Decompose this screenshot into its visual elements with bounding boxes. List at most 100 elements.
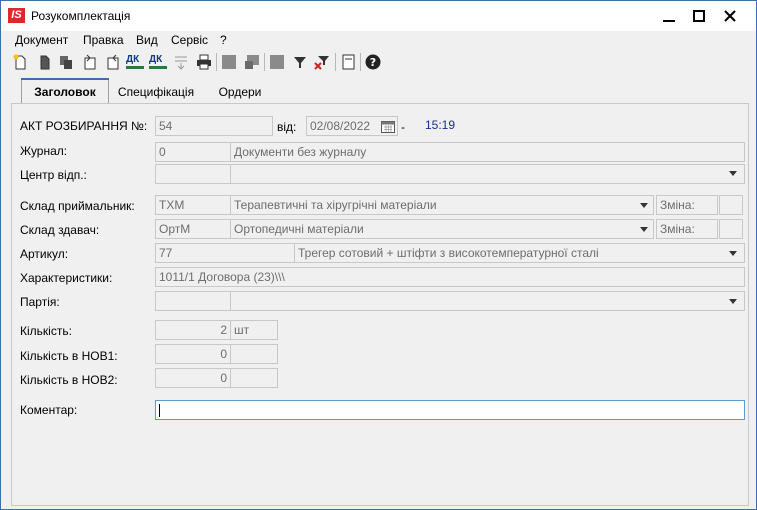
- text-caret: [159, 404, 160, 417]
- main-window: IS Розукомплектація Документ Правка Вид …: [0, 0, 757, 510]
- quantity-label: Кількість:: [20, 324, 72, 338]
- date-value: 02/08/2022: [310, 119, 371, 133]
- debit-credit-alt-button[interactable]: ДК: [148, 53, 168, 71]
- receiver-code-field[interactable]: ТХМ: [155, 195, 231, 215]
- sender-label: Склад здавач:: [20, 223, 100, 237]
- clear-filter-button[interactable]: [313, 53, 331, 71]
- center-label: Центр відп.:: [20, 168, 87, 182]
- tab-orders[interactable]: Ордери: [207, 81, 273, 103]
- chevron-down-icon[interactable]: [729, 251, 737, 256]
- clear-filter-icon: [314, 56, 329, 70]
- date-field[interactable]: 02/08/2022: [306, 116, 398, 136]
- journal-label: Журнал:: [20, 144, 68, 158]
- help-icon: ?: [365, 54, 381, 70]
- svg-text:?: ?: [370, 56, 376, 69]
- article-name-dropdown[interactable]: Трегер сотовий + штіфти з високотемперат…: [294, 243, 745, 263]
- maximize-button[interactable]: [684, 1, 714, 31]
- time-value: 15:19: [425, 118, 456, 132]
- sender-shift-label: Зміна:: [656, 219, 718, 239]
- receiver-shift-field[interactable]: [719, 195, 743, 215]
- act-number-label: АКТ РОЗБИРАННЯ №:: [20, 119, 148, 133]
- notes-icon: [342, 54, 355, 70]
- menu-service[interactable]: Сервіс: [171, 33, 208, 47]
- journal-code-field[interactable]: 0: [155, 142, 231, 162]
- receiver-name-dropdown[interactable]: Терапевтичні та хіругрічні матеріали: [230, 195, 654, 215]
- minimize-icon: [663, 20, 675, 22]
- center-code-field[interactable]: [155, 164, 231, 184]
- new-doc-button[interactable]: [11, 53, 29, 71]
- copy-doc-icon: [40, 55, 50, 70]
- sender-code-field[interactable]: ОртМ: [155, 219, 231, 239]
- debit-credit-label: ДК: [126, 54, 140, 65]
- tab-bar: Заголовок Специфікація Ордери: [11, 78, 749, 104]
- filter-button[interactable]: [291, 53, 309, 71]
- close-button[interactable]: [715, 1, 745, 31]
- chevron-down-icon[interactable]: [729, 299, 737, 304]
- chevron-down-icon[interactable]: [729, 171, 737, 176]
- notes-button[interactable]: [339, 53, 357, 71]
- export-button[interactable]: [104, 53, 122, 71]
- characteristics-field[interactable]: 1011/1 Договора (23)\\\: [155, 267, 745, 287]
- comment-input[interactable]: [155, 400, 745, 420]
- debit-credit-alt-label: ДК: [149, 54, 163, 65]
- batch-name-dropdown[interactable]: [230, 291, 745, 311]
- characteristics-label: Характеристики:: [20, 271, 113, 285]
- help-button[interactable]: ?: [364, 53, 382, 71]
- tab-header[interactable]: Заголовок: [21, 78, 109, 104]
- quantity-nov2-label: Кількість в НОВ2:: [20, 373, 118, 387]
- post-button[interactable]: [172, 53, 190, 71]
- calendar-icon[interactable]: [381, 119, 395, 133]
- block-icon: [270, 55, 284, 69]
- app-logo: IS: [8, 8, 25, 23]
- tab-specification[interactable]: Специфікація: [111, 81, 201, 103]
- grid-alt-icon: [245, 55, 259, 69]
- menu-help[interactable]: ?: [220, 33, 227, 47]
- article-label: Артикул:: [20, 247, 69, 261]
- menu-view[interactable]: Вид: [136, 33, 158, 47]
- quantity-field[interactable]: 2: [155, 320, 231, 340]
- menu-document[interactable]: Документ: [15, 33, 68, 47]
- toolbar-separator: [360, 53, 361, 71]
- chevron-down-icon[interactable]: [640, 227, 648, 232]
- grid-button[interactable]: [220, 53, 238, 71]
- toolbar-separator: [264, 53, 265, 71]
- menu-bar: Документ Правка Вид Сервіс ?: [1, 31, 756, 49]
- close-icon: [724, 10, 736, 22]
- grid-icon: [222, 55, 236, 69]
- import-icon: [84, 54, 96, 70]
- minimize-button[interactable]: [654, 1, 684, 31]
- quantity-nov1-label: Кількість в НОВ1:: [20, 349, 118, 363]
- journal-name-field[interactable]: Документи без журналу: [230, 142, 745, 162]
- print-icon: [197, 54, 211, 70]
- import-button[interactable]: [81, 53, 99, 71]
- act-number-field[interactable]: 54: [155, 116, 273, 136]
- toolbar-separator: [216, 53, 217, 71]
- chevron-down-icon[interactable]: [640, 203, 648, 208]
- copy-doc-button[interactable]: [35, 53, 53, 71]
- menu-edit[interactable]: Правка: [83, 33, 124, 47]
- new-doc-icon: [13, 54, 26, 70]
- maximize-icon: [693, 10, 705, 22]
- quantity-unit-field[interactable]: шт: [230, 320, 278, 340]
- sender-shift-field[interactable]: [719, 219, 743, 239]
- grid-alt-button[interactable]: [243, 53, 261, 71]
- comment-label: Коментар:: [20, 403, 78, 417]
- print-button[interactable]: [195, 53, 213, 71]
- quantity-nov2-field[interactable]: 0: [155, 368, 231, 388]
- toolbar-separator: [335, 53, 336, 71]
- block-button[interactable]: [268, 53, 286, 71]
- debit-credit-button[interactable]: ДК: [125, 53, 145, 71]
- batch-code-field[interactable]: [155, 291, 231, 311]
- quantity-nov1-field[interactable]: 0: [155, 344, 231, 364]
- center-name-dropdown[interactable]: [230, 164, 745, 184]
- filter-icon: [294, 57, 306, 68]
- quantity-nov1-unit-field[interactable]: [230, 344, 278, 364]
- article-code-field[interactable]: 77: [155, 243, 295, 263]
- sender-name-dropdown[interactable]: Ортопедичні матеріали: [230, 219, 654, 239]
- batch-label: Партія:: [20, 295, 60, 309]
- post-icon: [175, 56, 187, 70]
- quantity-nov2-unit-field[interactable]: [230, 368, 278, 388]
- copy-multi-button[interactable]: [57, 53, 75, 71]
- export-icon: [107, 54, 119, 70]
- toolbar: ДК ДК ?: [1, 49, 756, 75]
